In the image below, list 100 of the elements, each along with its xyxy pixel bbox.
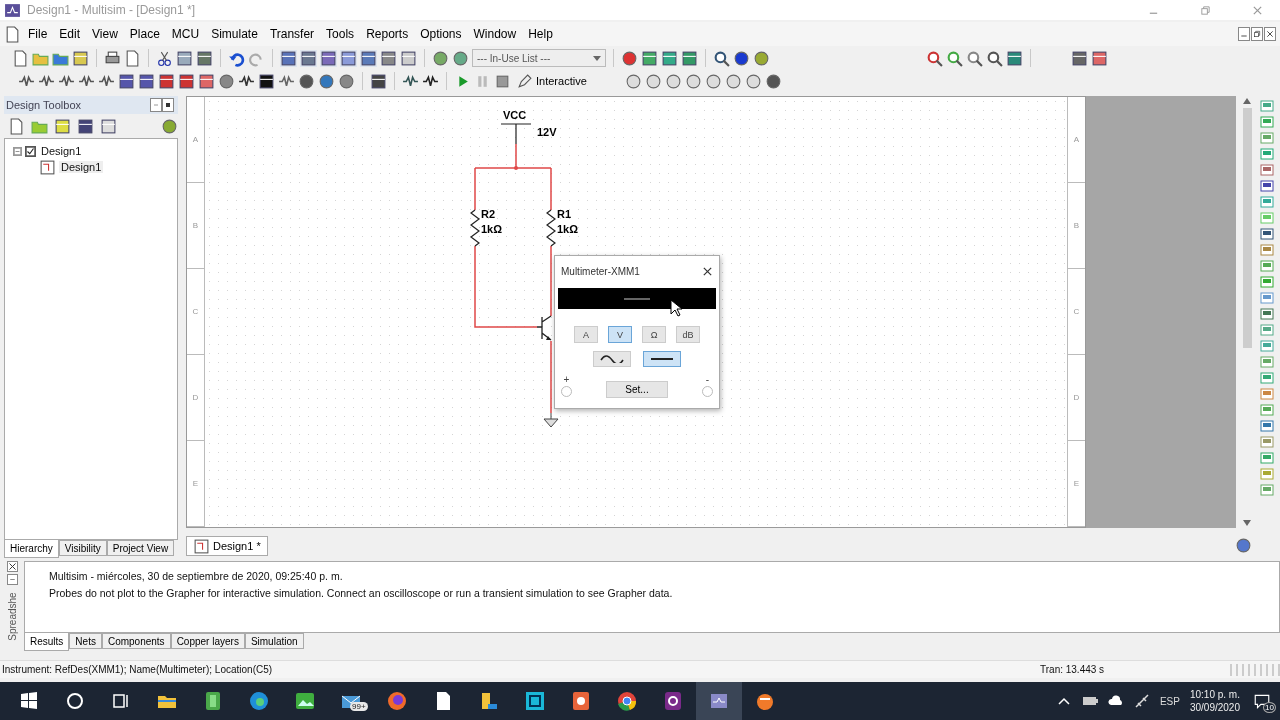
tab[interactable]: Simulation	[244, 633, 304, 649]
circle-icon[interactable]	[621, 49, 638, 67]
app-icon[interactable]	[524, 690, 546, 712]
panel-icon[interactable]	[370, 72, 387, 90]
set-button[interactable]: Set...	[606, 381, 668, 398]
menu-item[interactable]: Tools	[321, 25, 360, 43]
magnifier-icon[interactable]	[986, 49, 1003, 67]
clock-time[interactable]: 10:10 p. m.	[1189, 689, 1240, 700]
mode-button[interactable]: dB	[676, 326, 700, 343]
circle-icon[interactable]	[684, 72, 702, 90]
scroll-up-arrow[interactable]	[1243, 98, 1251, 104]
menu-item[interactable]: View	[87, 25, 123, 43]
circle-icon[interactable]	[744, 72, 762, 90]
menu-item[interactable]: Edit	[54, 25, 86, 43]
chrome-icon[interactable]	[616, 690, 638, 712]
mode-button[interactable]: A	[574, 326, 598, 343]
menu-item[interactable]: MCU	[166, 25, 205, 43]
language-indicator[interactable]: ESP	[1159, 695, 1180, 707]
circle-icon[interactable]	[1235, 536, 1252, 554]
panel-icon[interactable]	[360, 49, 377, 67]
panel-icon[interactable]	[320, 49, 337, 67]
menu-item[interactable]: Reports	[361, 25, 414, 43]
collapse-toggle[interactable]	[13, 146, 22, 156]
circle-icon[interactable]	[733, 49, 750, 67]
magnifier-icon[interactable]	[926, 49, 943, 67]
menu-item[interactable]: File	[23, 25, 53, 43]
magnifier-icon[interactable]	[966, 49, 983, 67]
checkbox[interactable]	[25, 145, 36, 157]
interactive-button[interactable]: Interactive	[514, 72, 589, 90]
app-icon[interactable]	[294, 690, 316, 712]
magnifier-icon[interactable]	[946, 49, 963, 67]
panel-icon[interactable]	[1006, 49, 1023, 67]
circle-icon[interactable]	[624, 72, 642, 90]
firefox-icon[interactable]	[386, 690, 408, 712]
tab[interactable]: Nets	[69, 633, 102, 649]
start-button[interactable]	[18, 690, 40, 712]
instrument-icon[interactable]	[1260, 164, 1274, 176]
close-button[interactable]	[702, 265, 713, 277]
panel-icon[interactable]	[178, 72, 195, 90]
menu-item[interactable]: Options	[415, 25, 467, 43]
menu-item[interactable]: Place	[124, 25, 165, 43]
app-icon[interactable]	[662, 690, 684, 712]
tab[interactable]: Visibility	[58, 540, 107, 556]
instrument-icon[interactable]	[1260, 228, 1274, 240]
close-button[interactable]	[7, 562, 17, 571]
mode-button[interactable]: Ω	[642, 326, 666, 343]
search-button[interactable]	[64, 690, 86, 712]
mode-button[interactable]: V	[608, 326, 632, 343]
panel-icon[interactable]	[77, 117, 94, 135]
tab[interactable]: Project View	[106, 540, 175, 556]
circle-icon[interactable]	[753, 49, 770, 67]
panel-icon[interactable]	[300, 49, 317, 67]
panel-icon[interactable]	[280, 49, 297, 67]
circle-icon[interactable]	[704, 72, 722, 90]
scissors-icon[interactable]	[156, 49, 173, 67]
presentation-icon[interactable]	[570, 690, 592, 712]
menu-item[interactable]: Window	[468, 25, 522, 43]
ac-button[interactable]	[593, 351, 631, 367]
circle-icon[interactable]	[644, 72, 662, 90]
circle-icon[interactable]	[298, 72, 315, 90]
tab[interactable]: Results	[24, 633, 70, 651]
circle-icon[interactable]	[161, 117, 178, 135]
menu-item[interactable]: Simulate	[206, 25, 263, 43]
dc-button[interactable]	[643, 351, 681, 367]
instrument-icon[interactable]	[1260, 244, 1274, 256]
browser-icon[interactable]	[248, 690, 270, 712]
circle-icon[interactable]	[724, 72, 742, 90]
instrument-icon[interactable]	[1260, 308, 1274, 320]
circle-icon[interactable]	[218, 72, 235, 90]
resize-grip[interactable]	[1230, 663, 1280, 676]
close-button[interactable]	[1266, 29, 1274, 39]
component-list-dropdown[interactable]: --- In-Use List ---	[472, 49, 606, 67]
scrollbar-thumb[interactable]	[1242, 108, 1252, 348]
scroll-down-arrow[interactable]	[1243, 520, 1251, 526]
tab[interactable]: Copper layers	[170, 633, 245, 649]
circle-icon[interactable]	[664, 72, 682, 90]
menu-item[interactable]: Transfer	[264, 25, 320, 43]
restore-button[interactable]	[1253, 29, 1261, 39]
circle-icon[interactable]	[338, 72, 355, 90]
panel-icon[interactable]	[138, 72, 155, 90]
tab[interactable]: Hierarchy	[4, 540, 59, 558]
panel-icon[interactable]	[1071, 49, 1088, 67]
circle-icon[interactable]	[452, 49, 469, 67]
document-tab[interactable]: Design1 *	[186, 536, 268, 556]
panel-icon[interactable]	[196, 49, 213, 67]
panel-icon[interactable]	[158, 72, 175, 90]
tree-item[interactable]: Design1	[59, 161, 104, 173]
tree-item[interactable]: Design1	[39, 145, 84, 157]
menu-item[interactable]: Help	[523, 25, 558, 43]
circle-icon[interactable]	[318, 72, 335, 90]
clock-date[interactable]: 30/09/2020	[1189, 702, 1240, 713]
tab[interactable]: Components	[101, 633, 171, 649]
instrument-icon[interactable]	[1260, 420, 1274, 432]
network-icon[interactable]	[1133, 693, 1150, 709]
circle-icon[interactable]	[432, 49, 449, 67]
circle-icon[interactable]	[764, 72, 782, 90]
panel-icon[interactable]	[258, 72, 275, 90]
panel-icon[interactable]	[118, 72, 135, 90]
instrument-icon[interactable]	[1260, 180, 1274, 192]
menu-button[interactable]	[164, 100, 172, 110]
